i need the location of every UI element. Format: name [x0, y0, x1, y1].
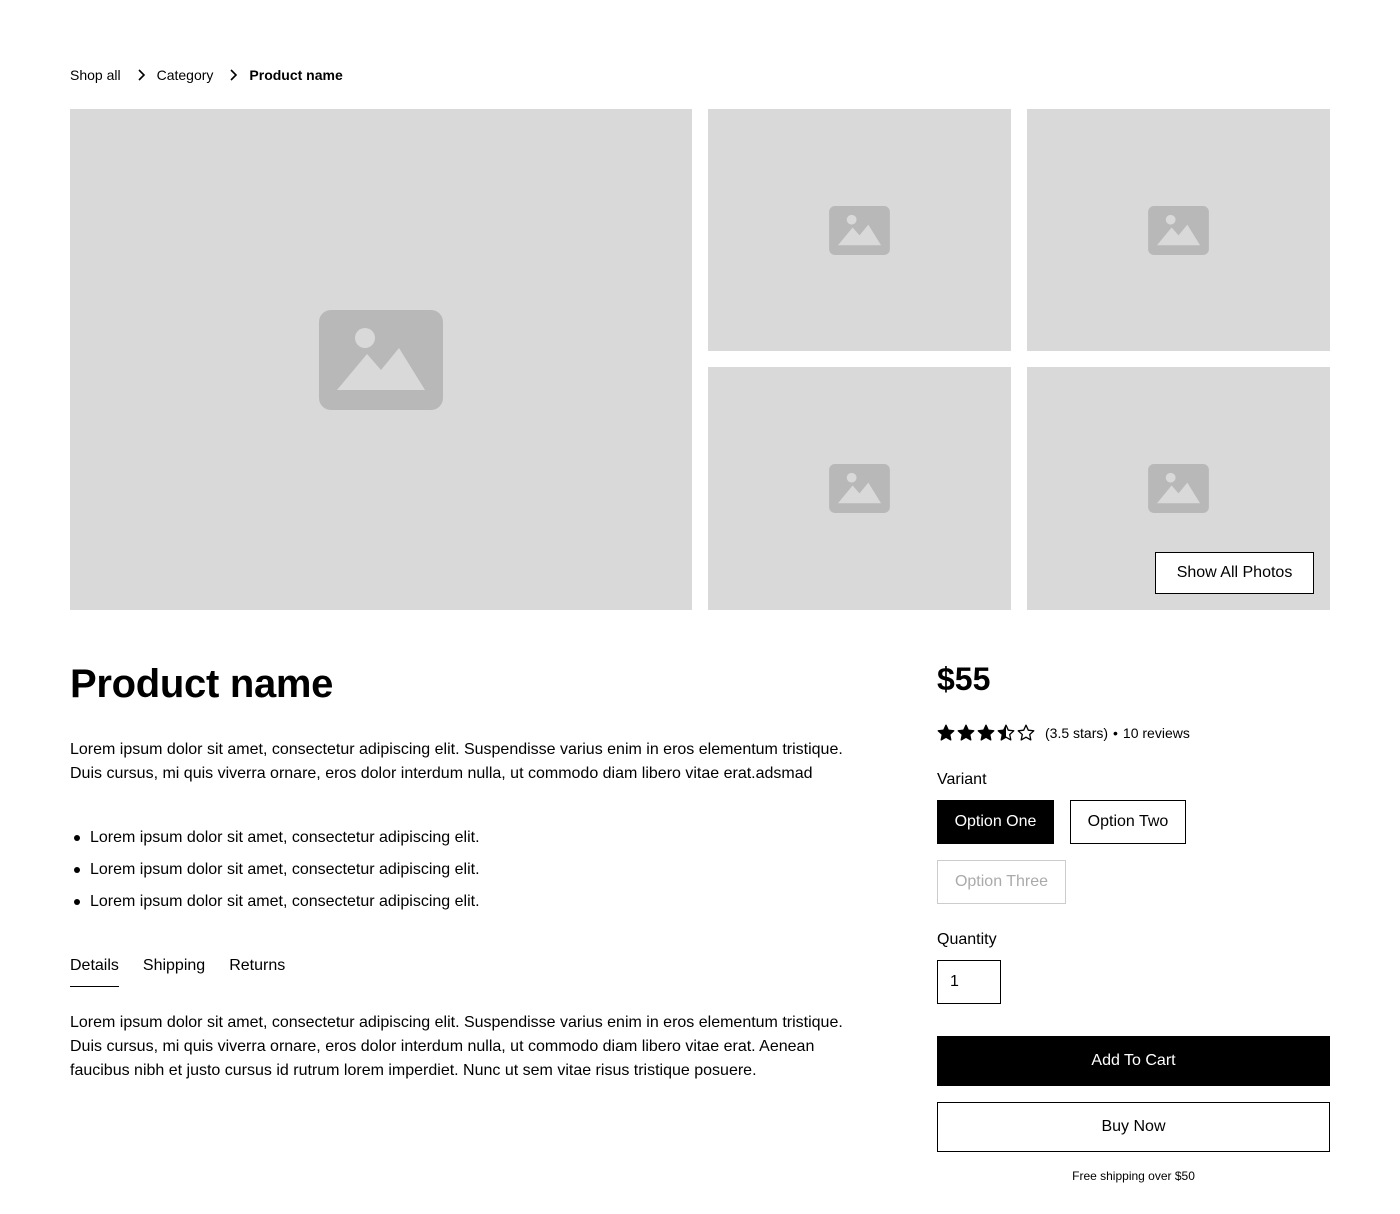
star-icon [977, 724, 995, 742]
add-to-cart-button[interactable]: Add To Cart [937, 1036, 1330, 1086]
buy-now-button[interactable]: Buy Now [937, 1102, 1330, 1152]
feature-list: Lorem ipsum dolor sit amet, consectetur … [70, 826, 850, 922]
rating-separator: • [1113, 725, 1118, 741]
tab-returns[interactable]: Returns [229, 954, 285, 987]
star-icon [957, 724, 975, 742]
product-description: Lorem ipsum dolor sit amet, consectetur … [70, 741, 843, 782]
quantity-label: Quantity [937, 931, 997, 948]
image-placeholder-icon [829, 464, 890, 513]
quantity-input[interactable] [937, 960, 1001, 1004]
product-thumbnail-4[interactable]: Show All Photos [1027, 367, 1330, 610]
chevron-right-icon [133, 67, 149, 83]
product-price: $55 [937, 661, 991, 697]
product-thumbnail-2[interactable] [1027, 109, 1330, 351]
list-item: Lorem ipsum dolor sit amet, consectetur … [70, 858, 850, 882]
info-tabs: Details Shipping Returns [70, 954, 285, 987]
star-icon [937, 724, 955, 742]
star-rating [937, 724, 1035, 742]
rating-text: (3.5 stars) [1045, 725, 1109, 741]
breadcrumb-shop-all[interactable]: Shop all [70, 67, 121, 83]
list-item: Lorem ipsum dolor sit amet, consectetur … [70, 890, 850, 914]
breadcrumb: Shop all Category Product name [70, 64, 343, 86]
variant-option-one[interactable]: Option One [937, 800, 1054, 844]
star-icon [1017, 724, 1035, 742]
variant-label: Variant [937, 771, 987, 788]
image-placeholder-icon [1148, 205, 1209, 255]
image-placeholder-icon [319, 309, 443, 410]
product-thumbnail-1[interactable] [708, 109, 1011, 351]
star-icon [997, 724, 1015, 742]
rating-summary: (3.5 stars) • 10 reviews [937, 722, 1190, 744]
list-item: Lorem ipsum dolor sit amet, consectetur … [70, 826, 850, 850]
breadcrumb-category[interactable]: Category [157, 67, 214, 83]
product-thumbnail-3[interactable] [708, 367, 1011, 610]
image-placeholder-icon [1148, 464, 1209, 513]
show-all-photos-button[interactable]: Show All Photos [1155, 552, 1314, 594]
breadcrumb-current: Product name [249, 67, 343, 83]
variant-option-two[interactable]: Option Two [1070, 800, 1186, 844]
image-placeholder-icon [829, 205, 890, 255]
product-title: Product name [70, 662, 334, 706]
main-product-image[interactable] [70, 109, 692, 610]
review-count[interactable]: 10 reviews [1123, 725, 1190, 741]
tab-shipping[interactable]: Shipping [143, 954, 205, 987]
shipping-note: Free shipping over $50 [1072, 1169, 1195, 1183]
tab-details[interactable]: Details [70, 954, 119, 987]
tab-content: Lorem ipsum dolor sit amet, consectetur … [70, 1014, 843, 1079]
chevron-right-icon [225, 67, 241, 83]
variant-option-three[interactable]: Option Three [937, 860, 1066, 904]
